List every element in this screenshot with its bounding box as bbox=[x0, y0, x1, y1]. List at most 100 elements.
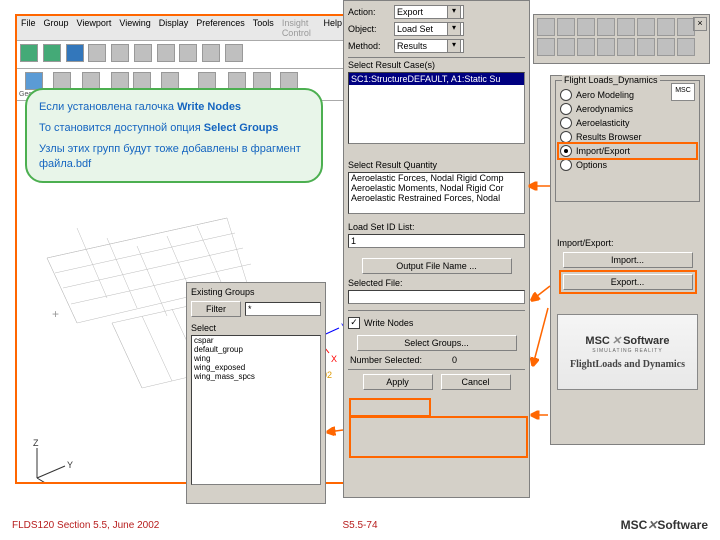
toolbar-icon[interactable] bbox=[134, 44, 152, 62]
toolbar-icon[interactable] bbox=[179, 44, 197, 62]
toolbar-icon[interactable] bbox=[657, 38, 675, 56]
select-groups-button[interactable]: Select Groups... bbox=[357, 335, 517, 351]
toolbar-icon[interactable] bbox=[66, 44, 84, 62]
menu-item[interactable]: Viewing bbox=[119, 18, 150, 38]
toolbar-icons bbox=[17, 41, 383, 69]
list-item[interactable]: Aeroelastic Moments, Nodal Rigid Cor bbox=[349, 183, 524, 193]
toolbar-icon[interactable] bbox=[111, 44, 129, 62]
toolbar-icon[interactable] bbox=[225, 44, 243, 62]
load-set-id-label: Load Set ID List: bbox=[348, 222, 525, 232]
radio-import-export[interactable]: Import/Export bbox=[560, 145, 695, 157]
output-file-button[interactable]: Output File Name ... bbox=[362, 258, 512, 274]
write-nodes-checkbox[interactable]: ✓ Write Nodes bbox=[348, 317, 525, 329]
chevron-down-icon: ▾ bbox=[447, 39, 461, 53]
toolbar-icon[interactable] bbox=[657, 18, 675, 36]
toolbar-icon[interactable] bbox=[637, 18, 655, 36]
import-button[interactable]: Import... bbox=[563, 252, 693, 268]
toolbar-icon[interactable] bbox=[557, 38, 575, 56]
checkbox-icon: ✓ bbox=[348, 317, 360, 329]
toolbar-icon[interactable] bbox=[617, 18, 635, 36]
toolbar-icon[interactable] bbox=[537, 18, 555, 36]
filter-button[interactable]: Filter bbox=[191, 301, 241, 317]
list-item[interactable]: default_group bbox=[192, 345, 320, 354]
toolbar-icon[interactable] bbox=[557, 18, 575, 36]
result-cases-list[interactable]: SC1:StructureDEFAULT, A1:Static Su bbox=[348, 72, 525, 144]
cancel-button[interactable]: Cancel bbox=[441, 374, 511, 390]
toolbar-icon[interactable] bbox=[88, 44, 106, 62]
group-title: Flight Loads_Dynamics bbox=[562, 75, 660, 85]
radio-aerodynamics[interactable]: Aerodynamics bbox=[560, 103, 695, 115]
footer-page: S5.5-74 bbox=[342, 520, 377, 531]
toolbar-icon[interactable] bbox=[637, 38, 655, 56]
flightloads-banner: MSC✕MSC SoftwareSoftware SIMULATING REAL… bbox=[557, 314, 698, 390]
toolbar-icon[interactable] bbox=[537, 38, 555, 56]
export-button[interactable]: Export... bbox=[563, 274, 693, 290]
toolbar-icon[interactable] bbox=[20, 44, 38, 62]
axis-x-label: X bbox=[331, 354, 337, 364]
menu-item[interactable]: Group bbox=[44, 18, 69, 38]
toolbar-icon[interactable] bbox=[202, 44, 220, 62]
select-result-qty-label: Select Result Quantity bbox=[348, 160, 525, 170]
import-export-subheading: Import/Export: bbox=[557, 238, 698, 248]
list-item[interactable]: wing_exposed bbox=[192, 363, 320, 372]
object-dropdown[interactable]: Load Set▾ bbox=[394, 22, 464, 36]
menu-item[interactable]: Help bbox=[323, 18, 342, 38]
result-qty-list[interactable]: Aeroelastic Forces, Nodal Rigid Comp Aer… bbox=[348, 172, 525, 214]
selected-file-input[interactable] bbox=[348, 290, 525, 304]
toolbar-icon[interactable] bbox=[43, 44, 61, 62]
toolbar-icon[interactable] bbox=[577, 18, 595, 36]
radio-aeroelasticity[interactable]: Aeroelasticity bbox=[560, 117, 695, 129]
floating-toolbar: × bbox=[533, 14, 710, 64]
list-item[interactable]: cspar bbox=[192, 336, 320, 345]
toolbar-icon[interactable] bbox=[597, 38, 615, 56]
apply-button[interactable]: Apply bbox=[363, 374, 433, 390]
footer: FLDS120 Section 5.5, June 2002 S5.5-74 M… bbox=[12, 518, 708, 532]
menu-item[interactable]: Viewport bbox=[77, 18, 112, 38]
load-set-id-input[interactable]: 1 bbox=[348, 234, 525, 248]
chevron-down-icon: ▾ bbox=[447, 5, 461, 19]
action-dropdown[interactable]: Export▾ bbox=[394, 5, 464, 19]
list-item[interactable]: Aeroelastic Restrained Forces, Nodal bbox=[349, 193, 524, 203]
msc-logo: MSC✕Software bbox=[621, 518, 708, 532]
select-label: Select bbox=[191, 323, 321, 333]
menu-item[interactable]: File bbox=[21, 18, 36, 38]
toolbar-icon[interactable] bbox=[597, 18, 615, 36]
select-result-cases-label: Select Result Case(s) bbox=[348, 60, 525, 70]
flight-loads-panel: Flight Loads_Dynamics MSC Aero Modeling … bbox=[550, 75, 705, 445]
axis-y-label: Y bbox=[67, 460, 73, 470]
groups-list[interactable]: cspar default_group wing wing_exposed wi… bbox=[191, 335, 321, 485]
msc-mini-icon: MSC bbox=[671, 83, 695, 101]
chevron-down-icon: ▾ bbox=[447, 22, 461, 36]
toolbar-icon[interactable] bbox=[157, 44, 175, 62]
list-item[interactable]: Aeroelastic Forces, Nodal Rigid Comp bbox=[349, 173, 524, 183]
write-nodes-label: Write Nodes bbox=[364, 318, 413, 328]
number-selected-label: Number Selected: bbox=[350, 355, 422, 365]
plus-icon: + bbox=[52, 307, 59, 321]
list-item[interactable]: wing_mass_spcs bbox=[192, 372, 320, 381]
number-selected-value: 0 bbox=[452, 355, 457, 365]
toolbar-icon[interactable] bbox=[577, 38, 595, 56]
close-icon[interactable]: × bbox=[693, 17, 707, 31]
menu-item[interactable]: Preferences bbox=[196, 18, 245, 38]
existing-groups-panel: Existing Groups Filter * Select cspar de… bbox=[186, 282, 326, 504]
list-item[interactable]: wing bbox=[192, 354, 320, 363]
action-label: Action: bbox=[348, 7, 390, 17]
toolbar-icon[interactable] bbox=[617, 38, 635, 56]
import-export-panel: Action: Export▾ Object: Load Set▾ Method… bbox=[343, 0, 530, 498]
filter-input[interactable]: * bbox=[245, 302, 321, 316]
existing-groups-title: Existing Groups bbox=[191, 287, 321, 297]
list-item[interactable]: SC1:StructureDEFAULT, A1:Static Su bbox=[349, 73, 524, 85]
menu-item[interactable]: Display bbox=[159, 18, 189, 38]
toolbar-icon[interactable] bbox=[677, 38, 695, 56]
method-label: Method: bbox=[348, 41, 390, 51]
menubar[interactable]: File Group Viewport Viewing Display Pref… bbox=[17, 16, 383, 41]
footer-left: FLDS120 Section 5.5, June 2002 bbox=[12, 520, 159, 531]
selected-file-label: Selected File: bbox=[348, 278, 525, 288]
annotation-callout: Если установлена галочка Write Nodes То … bbox=[25, 88, 323, 183]
radio-options[interactable]: Options bbox=[560, 159, 695, 171]
radio-results-browser[interactable]: Results Browser bbox=[560, 131, 695, 143]
axis-z-label: Z bbox=[33, 438, 39, 448]
method-dropdown[interactable]: Results▾ bbox=[394, 39, 464, 53]
menu-item[interactable]: Insight Control bbox=[282, 18, 316, 38]
menu-item[interactable]: Tools bbox=[253, 18, 274, 38]
